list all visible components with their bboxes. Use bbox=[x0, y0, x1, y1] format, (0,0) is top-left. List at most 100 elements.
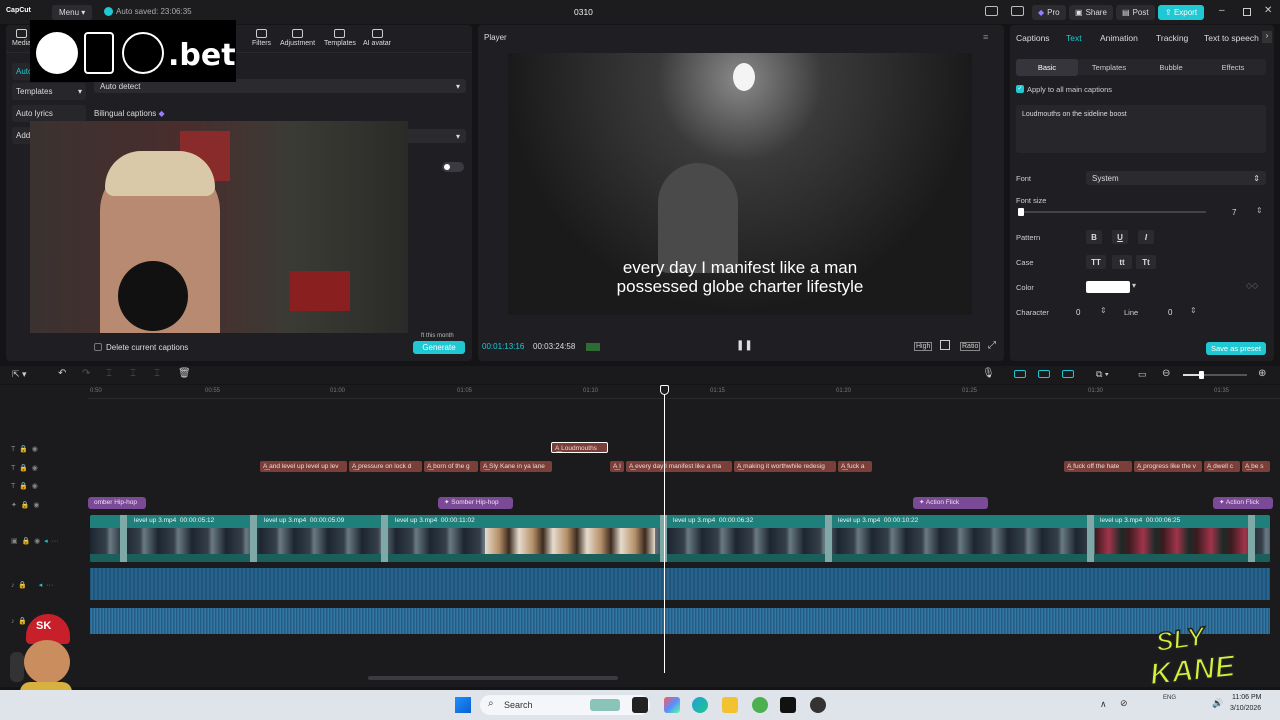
pro-button[interactable]: ◆ Pro bbox=[1032, 5, 1066, 20]
magnet-icon[interactable] bbox=[1038, 370, 1050, 378]
apply-all-checkbox[interactable]: ✓ bbox=[1016, 85, 1024, 93]
tab-text[interactable]: Text bbox=[1066, 33, 1082, 43]
caption-clip[interactable]: A͟ be s bbox=[1242, 461, 1270, 472]
line-value[interactable]: 0 bbox=[1168, 308, 1172, 317]
generate-button[interactable]: Generate bbox=[413, 341, 465, 354]
stepper-icon[interactable]: ⇕ bbox=[1100, 306, 1107, 315]
network-icon[interactable]: ⊘ bbox=[1120, 698, 1128, 709]
font-size-slider[interactable] bbox=[1018, 208, 1206, 216]
quality-button[interactable]: High bbox=[914, 342, 933, 351]
tool-ai-avatar[interactable]: AI avatar bbox=[363, 29, 391, 47]
linkage-icon[interactable] bbox=[1062, 370, 1074, 378]
ratio-button[interactable]: Ratio bbox=[960, 342, 981, 351]
post-button[interactable]: ▤ Post bbox=[1116, 5, 1155, 20]
tool-filters[interactable]: Filters bbox=[252, 29, 271, 47]
caption-clip[interactable]: A͟ every day I manifest like a ma bbox=[626, 461, 732, 472]
toggle-switch[interactable] bbox=[442, 162, 464, 172]
language-indicator[interactable]: ENG bbox=[1163, 695, 1176, 701]
obs-icon[interactable] bbox=[810, 697, 826, 713]
export-button[interactable]: ⇪ Export bbox=[1158, 5, 1205, 20]
tab-tracking[interactable]: Tracking bbox=[1156, 33, 1188, 43]
link-main-icon[interactable] bbox=[1014, 370, 1026, 378]
subtab-effects[interactable]: Effects bbox=[1202, 59, 1264, 76]
effect-clip[interactable]: ✦ Action Flick bbox=[1213, 497, 1273, 509]
transition-marker[interactable] bbox=[250, 515, 257, 562]
tool-media[interactable]: Media bbox=[12, 29, 31, 47]
underline-button[interactable]: U bbox=[1112, 230, 1128, 244]
caption-textarea[interactable]: Loudmouths on the sideline boost bbox=[1016, 105, 1266, 153]
tool-adjustment[interactable]: Adjustment bbox=[280, 29, 315, 47]
bilingual-select[interactable]: ▾ bbox=[406, 129, 466, 143]
transition-marker[interactable] bbox=[1248, 515, 1255, 562]
edge-icon[interactable] bbox=[692, 697, 708, 713]
layout-icon[interactable] bbox=[985, 6, 998, 16]
file-explorer-icon[interactable] bbox=[722, 697, 738, 713]
captions-track-icon[interactable]: ▭ bbox=[1138, 369, 1147, 380]
save-preset-button[interactable]: Save as preset bbox=[1206, 342, 1266, 355]
effect-track-header[interactable]: ✦ 🔒 ◉ bbox=[11, 501, 39, 509]
bold-button[interactable]: B bbox=[1086, 230, 1102, 244]
taskbar-search[interactable]: ⌕ Search bbox=[480, 695, 650, 715]
zoom-out-icon[interactable]: ⊖ bbox=[1162, 368, 1170, 379]
stepper-icon[interactable]: ⇕ bbox=[1256, 206, 1263, 215]
transition-marker[interactable] bbox=[120, 515, 127, 562]
split-icon[interactable]: ⌶ bbox=[106, 368, 112, 379]
shortcuts-icon[interactable] bbox=[1011, 6, 1024, 16]
effect-clip[interactable]: omber Hip-hop bbox=[88, 497, 146, 509]
timeline-scrollbar[interactable] bbox=[368, 676, 618, 680]
caption-clip[interactable]: A͟ making it worthwhile redesig bbox=[734, 461, 836, 472]
transition-marker[interactable] bbox=[825, 515, 832, 562]
caption-clip[interactable]: A͟ progress like the v bbox=[1134, 461, 1202, 472]
split-left-icon[interactable]: ⌶ bbox=[130, 368, 136, 379]
font-size-value[interactable]: 7 bbox=[1232, 208, 1236, 217]
playhead[interactable] bbox=[664, 385, 665, 673]
audio-track-header[interactable]: ♪ 🔒 ◂ ··· bbox=[11, 581, 53, 589]
chevron-right-icon[interactable]: › bbox=[1262, 31, 1272, 43]
font-select[interactable]: System ⇕ bbox=[1086, 171, 1266, 185]
volume-icon[interactable]: 🔊 bbox=[1212, 698, 1223, 709]
share-button[interactable]: ▣ Share bbox=[1069, 5, 1113, 20]
transition-marker[interactable] bbox=[381, 515, 388, 562]
redo-icon[interactable]: ↷ bbox=[82, 368, 90, 379]
maximize-icon[interactable] bbox=[1243, 8, 1251, 16]
menu-lines-icon[interactable]: ≡ bbox=[983, 32, 988, 42]
split-right-icon[interactable]: ⌶ bbox=[154, 368, 160, 379]
subtab-basic[interactable]: Basic bbox=[1016, 59, 1078, 76]
text-track-header[interactable]: T 🔒 ◉ bbox=[11, 464, 38, 472]
stepper-icon[interactable]: ⇕ bbox=[1190, 306, 1197, 315]
tab-animation[interactable]: Animation bbox=[1100, 33, 1138, 43]
side-item-auto-lyrics[interactable]: Auto lyrics bbox=[12, 105, 86, 122]
side-item-templates[interactable]: Templates ▾ bbox=[12, 83, 86, 100]
caption-clip[interactable]: A͟ dwell c bbox=[1204, 461, 1240, 472]
keyframe-icon[interactable]: ◇◇ bbox=[1246, 281, 1258, 290]
tray-chevron-icon[interactable]: ∧ bbox=[1100, 699, 1107, 710]
text-track-header[interactable]: T 🔒 ◉ bbox=[11, 482, 38, 490]
microphone-icon[interactable]: 🎙 bbox=[982, 368, 995, 379]
video-track[interactable]: level up 3.mp4 00:00:05:12 level up 3.mp… bbox=[90, 515, 1270, 562]
caption-clip[interactable]: A͟ Sly Kane in ya lane bbox=[480, 461, 552, 472]
pause-icon[interactable]: ❚❚ bbox=[736, 340, 753, 351]
caption-clip[interactable]: A͟ born of the g bbox=[424, 461, 478, 472]
select-tool-icon[interactable]: ⇱ ▾ bbox=[12, 369, 27, 380]
tab-text-to-speech[interactable]: Text to speech bbox=[1204, 33, 1260, 43]
playhead-handle[interactable] bbox=[660, 385, 669, 395]
delete-captions-checkbox[interactable] bbox=[94, 343, 102, 351]
minimize-icon[interactable]: – bbox=[1219, 5, 1225, 16]
caption-clip[interactable]: A͟ fuck a bbox=[838, 461, 872, 472]
case-lower-button[interactable]: tt bbox=[1112, 255, 1132, 269]
taskview-icon[interactable] bbox=[632, 697, 648, 713]
copilot-icon[interactable] bbox=[664, 697, 680, 713]
clock-date[interactable]: 3/10/2026 bbox=[1230, 705, 1261, 712]
italic-button[interactable]: I bbox=[1138, 230, 1154, 244]
start-icon[interactable] bbox=[455, 697, 471, 713]
subtab-bubble[interactable]: Bubble bbox=[1140, 59, 1202, 76]
effect-clip[interactable]: ✦ Action Flick bbox=[913, 497, 988, 509]
case-upper-button[interactable]: TT bbox=[1086, 255, 1106, 269]
clock-time[interactable]: 11:06 PM bbox=[1232, 694, 1261, 701]
subtab-templates[interactable]: Templates bbox=[1078, 59, 1140, 76]
video-track-header[interactable]: ▣ 🔒 ◉ ◂ ··· bbox=[11, 537, 59, 545]
case-title-button[interactable]: Tt bbox=[1136, 255, 1156, 269]
timeline-ruler[interactable]: 0:50 00:55 01:00 01:05 01:10 01:15 01:20… bbox=[88, 385, 1280, 399]
app-icon[interactable] bbox=[752, 697, 768, 713]
caption-clip[interactable]: A͟ I bbox=[610, 461, 624, 472]
